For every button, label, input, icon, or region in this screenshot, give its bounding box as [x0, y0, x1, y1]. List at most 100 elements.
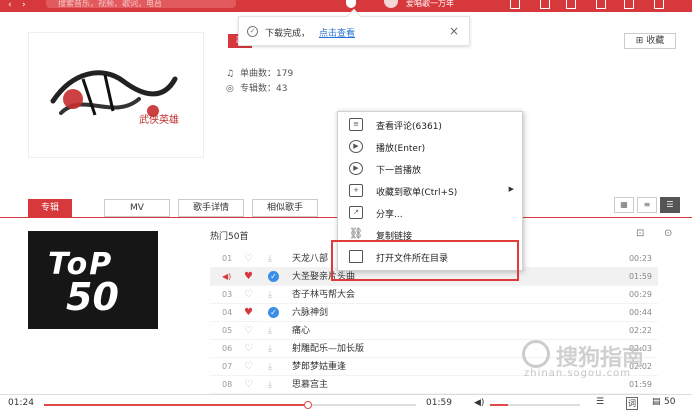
- now-playing-speaker-icon: ◀): [222, 272, 232, 281]
- download-icon[interactable]: ⤓: [268, 376, 272, 394]
- song-number: 08: [222, 380, 233, 389]
- download-toast: ✓ 下载完成， 点击查看 ×: [238, 8, 470, 46]
- download-icon[interactable]: ⤓: [268, 340, 272, 358]
- songs-count: 179: [276, 69, 294, 79]
- close-icon[interactable]: ×: [449, 24, 459, 38]
- toast-view-link[interactable]: 点击查看: [319, 26, 355, 39]
- albums-count: 43: [276, 84, 288, 94]
- progress-handle[interactable]: [304, 401, 313, 409]
- table-row[interactable]: 04 ♥ ✓ 六脉神剑 00:44: [210, 304, 658, 322]
- song-name: 天龙八部: [292, 254, 329, 264]
- song-name: 痛心: [292, 326, 311, 336]
- album-line-2: 50: [66, 275, 119, 319]
- back-arrow-icon[interactable]: ‹: [8, 1, 17, 10]
- search-box[interactable]: 搜索音乐，视频，歌词，电台: [46, 0, 236, 8]
- menu-item-label: 下一首播放: [376, 166, 422, 176]
- forward-arrow-icon[interactable]: ›: [22, 1, 31, 10]
- lyrics-button[interactable]: 词: [626, 397, 638, 410]
- heart-icon[interactable]: ♡: [244, 358, 253, 376]
- heart-filled-icon[interactable]: ♥: [244, 268, 253, 286]
- download-icon[interactable]: ⤓: [268, 322, 272, 340]
- tab-similar-artists[interactable]: 相似歌手: [252, 199, 318, 217]
- share-icon: ↗: [349, 206, 363, 219]
- tab-mv[interactable]: MV: [104, 199, 170, 217]
- top50-album-cover[interactable]: ToP 50: [28, 231, 158, 329]
- menu-item-label: 查看评论(6361): [376, 122, 442, 132]
- playlist-menu-icon[interactable]: ☰: [596, 397, 604, 407]
- albums-stat: ◎ 专辑数：43: [226, 81, 287, 94]
- heart-icon[interactable]: ♡: [244, 322, 253, 340]
- table-row[interactable]: 03 ♡ ⤓ 杏子林丐帮大会 00:29: [210, 286, 658, 304]
- message-icon[interactable]: [540, 0, 550, 9]
- list-view-icon[interactable]: ≡: [637, 197, 657, 213]
- progress-bar[interactable]: [44, 401, 416, 409]
- songs-stat: ♫ 单曲数：179: [226, 66, 293, 79]
- watermark-logo-icon: [522, 340, 550, 368]
- player-bar: 01:24 01:59 ◀) ☰ 词 ▤ 50: [0, 394, 692, 412]
- add-folder-icon[interactable]: ⊡: [636, 228, 644, 239]
- tab-album[interactable]: 专辑: [28, 199, 72, 217]
- menu-item-share[interactable]: ↗ 分享...: [338, 202, 522, 224]
- music-note-icon: ♫: [226, 69, 235, 79]
- menu-item-add-to-playlist[interactable]: + 收藏到歌单(Ctrl+S) ▶: [338, 180, 522, 202]
- volume-fill: [490, 404, 508, 406]
- song-name: 梦郎梦姑重逢: [292, 362, 347, 372]
- artist-cover: 武侠英雄: [28, 32, 204, 158]
- user-name[interactable]: 爱唱歌一万年: [406, 0, 454, 9]
- tab-artist-details[interactable]: 歌手详情: [178, 199, 244, 217]
- favorite-icon: ⊞: [635, 36, 647, 46]
- submenu-arrow-icon: ▶: [508, 185, 514, 193]
- song-list-title: 热门50首: [210, 232, 249, 242]
- progress-fill: [44, 404, 309, 406]
- song-number: 04: [222, 308, 233, 317]
- volume-icon[interactable]: ◀): [474, 398, 484, 408]
- play-next-icon: ▶: [349, 162, 363, 175]
- song-number: 05: [222, 326, 233, 335]
- songs-label: 单曲数：: [240, 69, 277, 79]
- download-icon[interactable]: ⤓: [268, 358, 272, 376]
- skin-icon[interactable]: [510, 0, 520, 9]
- watermark-url: zhinan.sogou.com: [524, 368, 632, 379]
- menu-item-play[interactable]: ▶ 播放(Enter): [338, 136, 522, 158]
- top-bar: ‹ › 搜索音乐，视频，歌词，电台 爱唱歌一万年: [0, 0, 692, 12]
- download-icon[interactable]: ⤓: [268, 286, 272, 304]
- minimize-icon[interactable]: [624, 0, 634, 9]
- menu-item-play-next[interactable]: ▶ 下一首播放: [338, 158, 522, 180]
- song-name: 射雕配乐—加长版: [292, 344, 365, 354]
- song-duration: 00:44: [628, 308, 652, 317]
- artist-cover-art: 武侠英雄: [50, 70, 179, 126]
- recognize-music-icon[interactable]: [346, 0, 356, 8]
- song-duration: 00:23: [628, 254, 652, 263]
- heart-icon[interactable]: ♡: [244, 376, 253, 394]
- playlist-icon[interactable]: ▤: [652, 397, 661, 407]
- favorite-button[interactable]: ⊞ 收藏: [624, 33, 676, 49]
- menu-item-label: 收藏到歌单(Ctrl+S): [376, 188, 458, 198]
- avatar[interactable]: [384, 0, 398, 8]
- current-time: 01:24: [8, 398, 34, 408]
- playlist-count: 50: [664, 397, 676, 407]
- song-name: 思慕宫主: [292, 380, 329, 390]
- search-placeholder: 搜索音乐，视频，歌词，电台: [58, 0, 162, 8]
- check-circle-icon: ✓: [247, 26, 258, 37]
- close-window-icon[interactable]: [654, 0, 664, 9]
- favorite-label: 收藏: [646, 36, 665, 46]
- disc-icon: ◎: [226, 84, 234, 94]
- albums-label: 专辑数：: [240, 84, 277, 94]
- grid-view-icon[interactable]: ▦: [614, 197, 634, 213]
- detail-view-icon[interactable]: ☰: [660, 197, 680, 213]
- download-icon[interactable]: ⤓: [268, 250, 272, 268]
- heart-icon[interactable]: ♡: [244, 250, 253, 268]
- play-all-icon[interactable]: ⊙: [664, 228, 672, 239]
- song-number: 07: [222, 362, 233, 371]
- song-name: 六脉神剑: [292, 308, 329, 318]
- heart-icon[interactable]: ♡: [244, 286, 253, 304]
- total-time: 01:59: [426, 398, 452, 408]
- mini-mode-icon[interactable]: [596, 0, 606, 9]
- comment-icon: ≡: [349, 118, 363, 131]
- volume-slider[interactable]: [490, 404, 580, 406]
- heart-filled-icon[interactable]: ♥: [244, 304, 253, 322]
- settings-icon[interactable]: [566, 0, 576, 9]
- menu-item-view-comments[interactable]: ≡ 查看评论(6361): [338, 114, 522, 136]
- heart-icon[interactable]: ♡: [244, 340, 253, 358]
- add-to-playlist-icon: +: [349, 184, 363, 197]
